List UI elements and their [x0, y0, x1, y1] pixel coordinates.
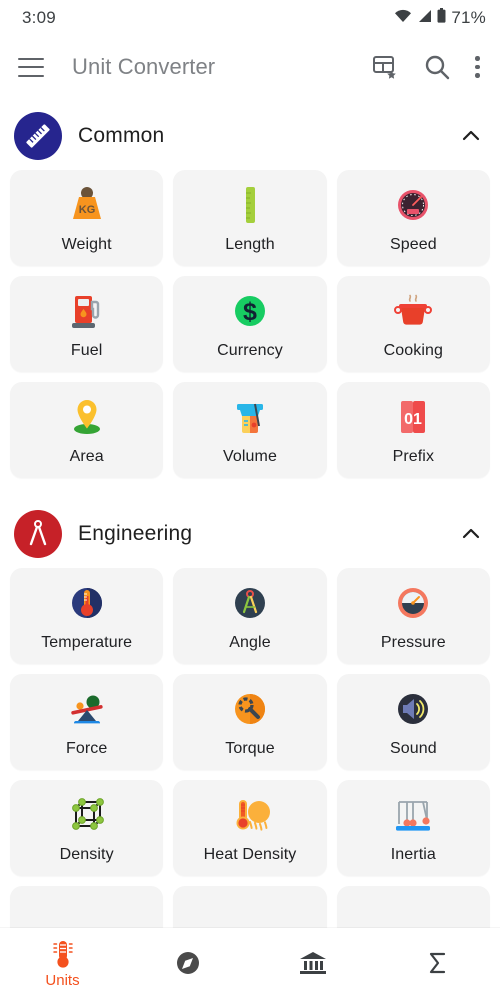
status-indicators: 71%: [394, 8, 486, 28]
newtons-cradle-icon: [390, 792, 436, 838]
category-label: Volume: [223, 448, 277, 465]
category-card-cooking[interactable]: Cooking: [336, 276, 490, 372]
category-card-partial[interactable]: [336, 886, 490, 928]
battery-icon: [437, 8, 446, 28]
bank-building-icon: [298, 948, 328, 978]
category-card-volume[interactable]: Volume: [173, 382, 327, 478]
pressure-gauge-icon: [391, 580, 435, 626]
category-label: Heat Density: [203, 846, 297, 863]
thermometer-sun-icon: [226, 792, 274, 838]
status-bar: 3:09 71%: [0, 0, 500, 36]
ruler-icon: [14, 112, 62, 160]
thermometer-blue-circle-icon: [65, 580, 109, 626]
category-label: Inertia: [390, 846, 436, 863]
sigma-icon: [424, 948, 452, 978]
fuel-pump-icon: [65, 288, 109, 334]
category-label: Prefix: [392, 448, 435, 465]
category-label: Weight: [61, 236, 112, 253]
chevron-up-icon-engineering[interactable]: [460, 523, 482, 545]
hamburger-menu-icon[interactable]: [18, 57, 44, 77]
category-scroll-area[interactable]: Common KG Weight Length Speed Fuel $ Cur…: [0, 98, 500, 928]
category-label: Angle: [229, 634, 271, 651]
category-label: Length: [225, 236, 275, 253]
category-card-partial[interactable]: [10, 886, 164, 928]
category-card-partial[interactable]: [173, 886, 327, 928]
status-time: 3:09: [22, 8, 56, 27]
category-grid-engineering: Temperature Angle Pressure Force Torque …: [0, 568, 500, 876]
speedometer-icon: [391, 182, 435, 228]
category-label: Pressure: [380, 634, 446, 651]
nav-label-units: Units: [45, 972, 80, 989]
favorites-grid-icon[interactable]: [371, 53, 399, 81]
category-card-length[interactable]: Length: [173, 170, 327, 266]
unit-converter-screen: 3:09 71% Unit Converter Common KG Weight…: [0, 0, 500, 1000]
seesaw-balance-icon: [64, 686, 110, 732]
dollar-coin-icon: $: [228, 288, 272, 334]
category-card-angle[interactable]: Angle: [173, 568, 327, 664]
category-grid-partial-next: [0, 886, 500, 928]
category-label: Torque: [225, 740, 275, 757]
page-title: Unit Converter: [72, 54, 216, 79]
section-title-engineering: Engineering: [78, 522, 193, 545]
category-card-pressure[interactable]: Pressure: [336, 568, 490, 664]
category-card-prefix[interactable]: 01 Prefix: [336, 382, 490, 478]
wifi-icon: [394, 9, 412, 28]
beaker-icon: [228, 394, 272, 440]
category-label: Force: [65, 740, 108, 757]
signal-icon: [417, 9, 432, 28]
category-card-torque[interactable]: Torque: [173, 674, 327, 770]
category-label: Temperature: [41, 634, 133, 651]
category-card-density[interactable]: Density: [10, 780, 164, 876]
speaker-icon: [391, 686, 435, 732]
section-title-common: Common: [78, 124, 165, 147]
section-header-engineering[interactable]: Engineering: [0, 496, 500, 568]
category-label: Fuel: [70, 342, 103, 359]
search-icon[interactable]: [423, 53, 451, 81]
chevron-up-icon-common[interactable]: [460, 125, 482, 147]
category-card-temperature[interactable]: Temperature: [10, 568, 164, 664]
section-header-common[interactable]: Common: [0, 98, 500, 170]
divider-slate-circle-icon: [228, 580, 272, 626]
category-card-weight[interactable]: KG Weight: [10, 170, 164, 266]
app-bar-actions: [371, 53, 484, 81]
category-card-fuel[interactable]: Fuel: [10, 276, 164, 372]
svg-text:KG: KG: [78, 204, 95, 216]
category-card-speed[interactable]: Speed: [336, 170, 490, 266]
svg-text:$: $: [243, 298, 257, 326]
app-bar: Unit Converter: [0, 36, 500, 98]
category-grid-common: KG Weight Length Speed Fuel $ Currency C…: [0, 170, 500, 478]
category-label: Cooking: [383, 342, 444, 359]
thermometer-units-icon: [49, 939, 77, 969]
wrench-orange-circle-icon: [228, 686, 272, 732]
bottom-navigation: Units: [0, 928, 500, 1000]
cube-lattice-icon: [65, 792, 109, 838]
category-card-force[interactable]: Force: [10, 674, 164, 770]
weight-kg-icon: KG: [65, 182, 109, 228]
cooking-pot-icon: [390, 288, 436, 334]
category-card-sound[interactable]: Sound: [336, 674, 490, 770]
ruler-green-icon: [228, 182, 272, 228]
nav-item-compass[interactable]: [125, 948, 250, 981]
nav-item-bank[interactable]: [250, 948, 375, 981]
category-label: Sound: [389, 740, 437, 757]
svg-text:01: 01: [404, 411, 422, 428]
map-pin-icon: [65, 394, 109, 440]
compass-divider-icon: [14, 510, 62, 558]
compass-circle-icon: [174, 948, 202, 978]
flip-card-01-icon: 01: [391, 394, 435, 440]
category-card-heat-density[interactable]: Heat Density: [173, 780, 327, 876]
battery-percent: 71%: [451, 8, 486, 27]
nav-item-units[interactable]: Units: [0, 939, 125, 989]
category-card-currency[interactable]: $ Currency: [173, 276, 327, 372]
category-card-inertia[interactable]: Inertia: [336, 780, 490, 876]
category-card-area[interactable]: Area: [10, 382, 164, 478]
category-label: Area: [69, 448, 104, 465]
category-label: Density: [59, 846, 114, 863]
overflow-menu-icon[interactable]: [475, 56, 480, 78]
category-label: Currency: [217, 342, 283, 359]
category-label: Speed: [389, 236, 437, 253]
nav-item-sigma[interactable]: [375, 948, 500, 981]
